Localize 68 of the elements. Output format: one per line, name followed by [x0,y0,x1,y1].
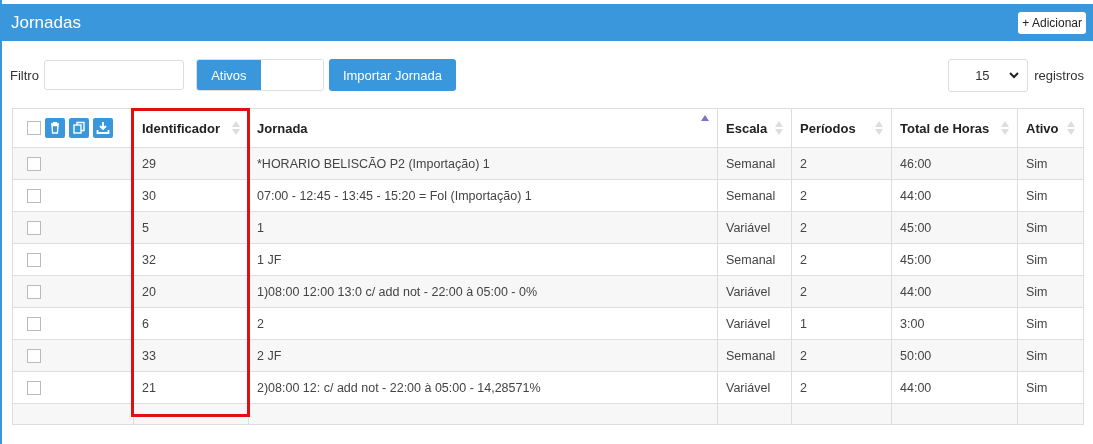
column-header[interactable]: Total de Horas [891,108,1018,148]
column-header[interactable]: Escala [717,108,792,148]
table-cell: Variável [717,211,792,244]
table-cell: Semanal [717,147,792,180]
table-cell: Variável [717,371,792,404]
row-checkbox[interactable] [27,220,41,235]
table-cell: Variável [717,307,792,340]
row-checkbox[interactable] [27,188,41,203]
table-cell: 46:00 [891,147,1018,180]
page-size-label: registros [1034,67,1084,83]
window-title: Jornadas [11,12,81,33]
table-cell: Sim [1017,371,1084,404]
table-cell: 2 [791,243,892,276]
table-cell: 5 [133,211,249,244]
table-cell: 50:00 [891,339,1018,372]
column-header[interactable]: Ativo [1017,108,1084,148]
page-size-select[interactable]: 15 [948,58,1029,92]
table-cell: 2 [791,371,892,404]
row-checkbox[interactable] [27,156,41,171]
table-cell: 2 JF [248,339,718,372]
table-cell: Sim [1017,339,1084,372]
table-cell: 45:00 [891,211,1018,244]
table-cell: Sim [1017,243,1084,276]
table-cell: Sim [1017,147,1084,180]
table-cell: 3:00 [891,307,1018,340]
table-cell: Semanal [717,179,792,212]
table-cell: Sim [1017,275,1084,308]
row-checkbox[interactable] [27,380,41,395]
select-all-checkbox[interactable] [27,121,41,135]
table-cell: 2 [791,211,892,244]
column-header[interactable]: Períodos [791,108,892,148]
table-cell: 2 [791,339,892,372]
row-checkbox[interactable] [27,316,41,331]
filter-field[interactable] [43,60,184,90]
table-cell: Variável [717,275,792,308]
table-cell: 44:00 [891,371,1018,404]
table-cell: 29 [133,147,249,180]
table-cell: *HORARIO BELISCÃO P2 (Importação) 1 [248,147,718,180]
table-cell: 44:00 [891,275,1018,308]
table-cell: 2 [791,179,892,212]
trash-icon[interactable] [45,118,65,138]
table-cell: 45:00 [891,243,1018,276]
table-cell: 1 [248,211,718,244]
table-cell: Sim [1017,179,1084,212]
table-cell: 2 [791,147,892,180]
row-checkbox[interactable] [27,348,41,363]
table-cell: 2 [791,275,892,308]
chevron-down-icon [1009,71,1020,79]
table-cell: 07:00 - 12:45 - 13:45 - 15:20 = Fol (Importação) 1 [248,179,718,212]
table-cell: Semanal [717,339,792,372]
filter-label: Filtro [10,67,39,83]
table-cell: 20 [133,275,249,308]
table-cell: 33 [133,339,249,372]
table-cell: 1 JF [248,243,718,276]
table-cell: Sim [1017,211,1084,244]
table-cell: Sim [1017,307,1084,340]
table-cell: 44:00 [891,179,1018,212]
column-header[interactable]: Jornada [248,108,718,148]
row-checkbox[interactable] [27,284,41,299]
copy-icon[interactable] [69,118,89,138]
add-button[interactable]: + Adicionar [1018,11,1086,34]
table-cell: Semanal [717,243,792,276]
table-cell: 2)08:00 12: c/ add not - 22:00 à 05:00 - 14,28571% [248,371,718,404]
table-cell: 1)08:00 12:00 13:0 c/ add not - 22:00 à 05:00 - 0% [248,275,718,308]
download-icon[interactable] [93,118,113,138]
table-cell: 1 [791,307,892,340]
table-cell: 2 [248,307,718,340]
row-checkbox[interactable] [27,252,41,267]
